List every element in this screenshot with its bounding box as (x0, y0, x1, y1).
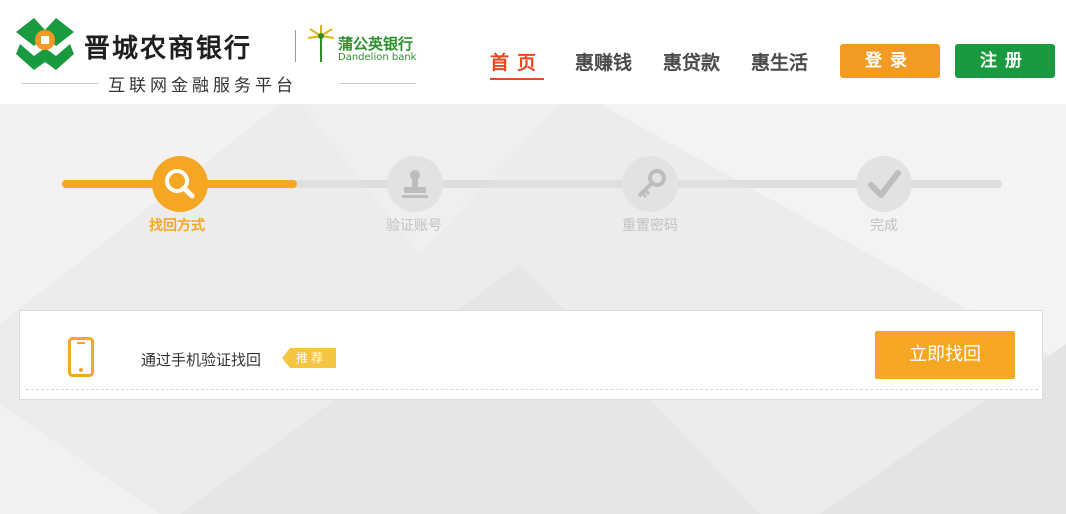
logo-divider (295, 30, 296, 62)
panel-divider (26, 389, 1038, 390)
phone-icon (68, 337, 94, 377)
recommended-badge: 推荐 (282, 348, 337, 368)
slogan-line-right (340, 83, 416, 84)
stamp-icon (402, 170, 428, 198)
dandelion-logo-icon (307, 25, 335, 62)
login-button[interactable]: 登录 (840, 44, 940, 78)
step-2-label: 验证账号 (386, 218, 442, 234)
bank-name: 晋城农商银行 (84, 34, 253, 64)
slogan-line-left (22, 83, 98, 84)
step-4-circle (856, 156, 912, 212)
step-1-circle (152, 156, 208, 212)
partner-name-cn: 蒲公英银行 (338, 35, 414, 53)
nav-earn[interactable]: 惠赚钱 (575, 48, 632, 75)
nav-home[interactable]: 首页 (490, 48, 545, 80)
partner-name-en: Dandelion bank (338, 52, 417, 63)
nav-loan[interactable]: 惠贷款 (663, 48, 720, 75)
search-icon (165, 169, 195, 199)
key-icon (637, 169, 666, 199)
nav-life[interactable]: 惠生活 (751, 48, 808, 75)
step-3-circle (622, 156, 678, 212)
option-text: 通过手机验证找回 (141, 351, 262, 369)
step-2-circle (387, 156, 443, 212)
bank-logo-icon (16, 18, 74, 70)
site-header: 晋城农商银行 蒲公英银行 Dandelion bank 互联网金融服务平台 首页… (0, 0, 1066, 104)
step-1-label: 找回方式 (149, 218, 205, 234)
checkmark-icon (868, 170, 901, 198)
retrieve-now-button[interactable]: 立即找回 (875, 331, 1015, 379)
slogan: 互联网金融服务平台 (108, 76, 297, 96)
register-button[interactable]: 注册 (955, 44, 1055, 78)
step-3-label: 重置密码 (622, 218, 678, 234)
recovery-option-panel: 通过手机验证找回 推荐 立即找回 (19, 310, 1043, 400)
step-4-label: 完成 (870, 218, 898, 234)
